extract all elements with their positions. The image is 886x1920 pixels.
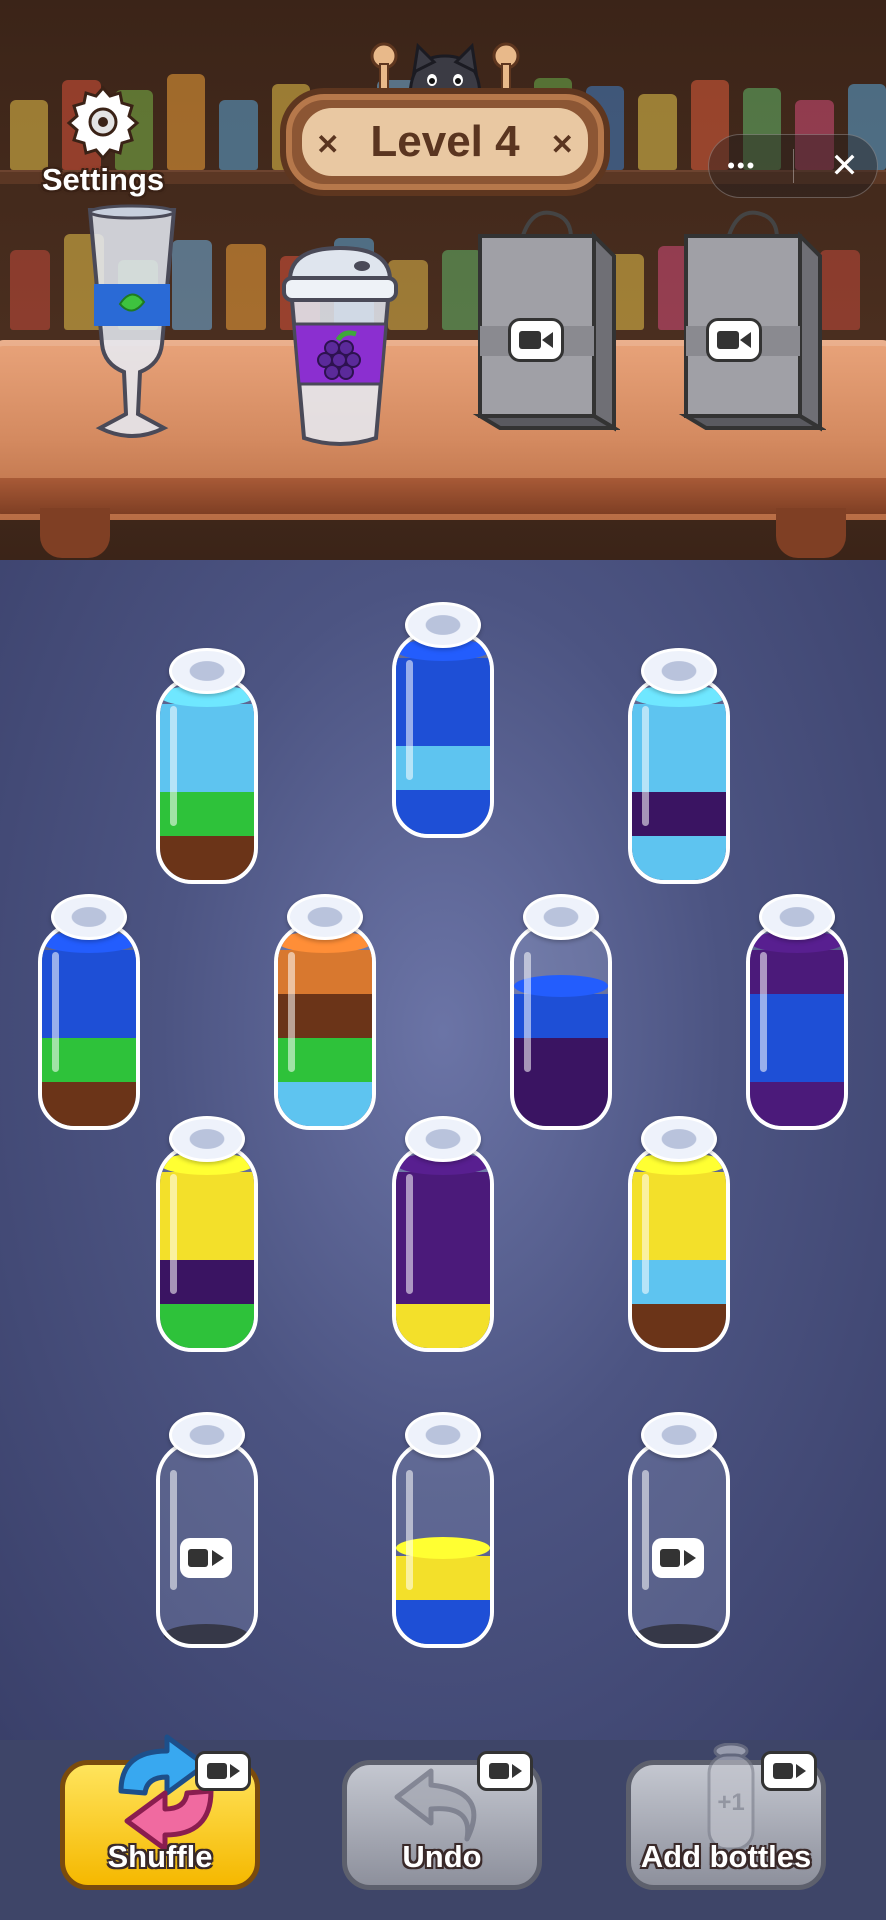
- liquid-layer-green: [278, 1038, 372, 1082]
- liquid-layer-violet: [396, 1260, 490, 1304]
- shopping-bag-1[interactable]: [470, 206, 622, 442]
- liquid-layer-yellow: [160, 1216, 254, 1260]
- grape-coffee-cup: [278, 244, 402, 454]
- level-decor-right-icon: ✕: [550, 129, 574, 160]
- bottle-9[interactable]: [390, 1116, 496, 1352]
- liquid-layer-light-blue: [160, 748, 254, 792]
- liquid-layer-light-blue: [160, 704, 254, 748]
- shuffle-arrows-icon: [101, 1731, 231, 1852]
- liquid-layer-light-blue: [632, 748, 726, 792]
- bottle-13[interactable]: [626, 1412, 732, 1648]
- bottle-7[interactable]: [744, 894, 850, 1130]
- add-bottles-label: Add bottles: [640, 1839, 812, 1874]
- gear-icon: [58, 82, 148, 162]
- add-bottles-button[interactable]: +1 Add bottles: [626, 1742, 826, 1890]
- liquid-layer-blue: [396, 658, 490, 702]
- video-ad-icon: [477, 1751, 533, 1791]
- shuffle-label: Shuffle: [107, 1839, 213, 1874]
- leaf-smoothie-glass: [82, 204, 182, 454]
- undo-label: Undo: [402, 1839, 482, 1874]
- video-ad-icon: [195, 1751, 251, 1791]
- counter-edge: [0, 478, 886, 514]
- bottle-12[interactable]: [390, 1412, 496, 1648]
- liquid-layer-violet: [396, 1172, 490, 1216]
- shopping-bag-2[interactable]: [676, 206, 828, 442]
- bottle-3[interactable]: [626, 648, 732, 884]
- liquid-layer-blue: [750, 994, 844, 1038]
- bottle-1[interactable]: [154, 648, 260, 884]
- add-bottle-icon: +1: [703, 1742, 759, 1853]
- bottle-8[interactable]: [154, 1116, 260, 1352]
- liquid-layer-green: [42, 1038, 136, 1082]
- shuffle-button[interactable]: Shuffle: [60, 1734, 260, 1890]
- liquid-layer-blue: [42, 950, 136, 994]
- liquid-layer-purple: [160, 1260, 254, 1304]
- liquid-layer-blue: [750, 1038, 844, 1082]
- liquid-layer-purple: [514, 1038, 608, 1082]
- liquid-layer-violet: [396, 1216, 490, 1260]
- liquid-layer-violet: [750, 950, 844, 994]
- liquid-layer-yellow: [160, 1172, 254, 1216]
- undo-button[interactable]: Undo: [342, 1751, 542, 1890]
- bottle-2[interactable]: [390, 602, 496, 838]
- video-ad-icon: [706, 318, 762, 362]
- bottle-10[interactable]: [626, 1116, 732, 1352]
- bottle-6[interactable]: [508, 894, 614, 1130]
- miniprogram-capsule: ••• ✕: [708, 134, 878, 198]
- more-options-icon[interactable]: •••: [727, 153, 756, 179]
- close-icon[interactable]: ✕: [830, 146, 859, 186]
- liquid-layer-purple: [632, 792, 726, 836]
- liquid-layer-light-blue: [632, 704, 726, 748]
- bottle-5[interactable]: [272, 894, 378, 1130]
- level-sign: ✕ Level 4 ✕: [280, 88, 610, 196]
- liquid-surface: [514, 975, 608, 997]
- level-title: Level 4: [370, 117, 520, 166]
- video-ad-icon: [508, 318, 564, 362]
- settings-label: Settings: [41, 162, 165, 197]
- liquid-layer-yellow: [396, 1556, 490, 1600]
- liquid-layer-blue: [396, 702, 490, 746]
- liquid-layer-blue: [514, 994, 608, 1038]
- video-ad-icon: [761, 1751, 817, 1791]
- video-ad-icon: [652, 1538, 704, 1578]
- liquid-layer-yellow: [632, 1216, 726, 1260]
- level-decor-left-icon: ✕: [316, 129, 340, 160]
- video-ad-icon: [180, 1538, 232, 1578]
- bottle-11[interactable]: [154, 1412, 260, 1648]
- liquid-layer-yellow: [632, 1172, 726, 1216]
- add-bottle-badge: +1: [717, 1789, 745, 1816]
- settings-button[interactable]: Settings: [28, 82, 178, 198]
- liquid-layer-light-blue: [396, 746, 490, 790]
- liquid-layer-light-blue: [632, 1260, 726, 1304]
- bottle-4[interactable]: [36, 894, 142, 1130]
- liquid-surface: [396, 1537, 490, 1559]
- liquid-layer-green: [160, 792, 254, 836]
- liquid-layer-orange: [278, 950, 372, 994]
- liquid-layer-blue: [42, 994, 136, 1038]
- liquid-layer-brown: [278, 994, 372, 1038]
